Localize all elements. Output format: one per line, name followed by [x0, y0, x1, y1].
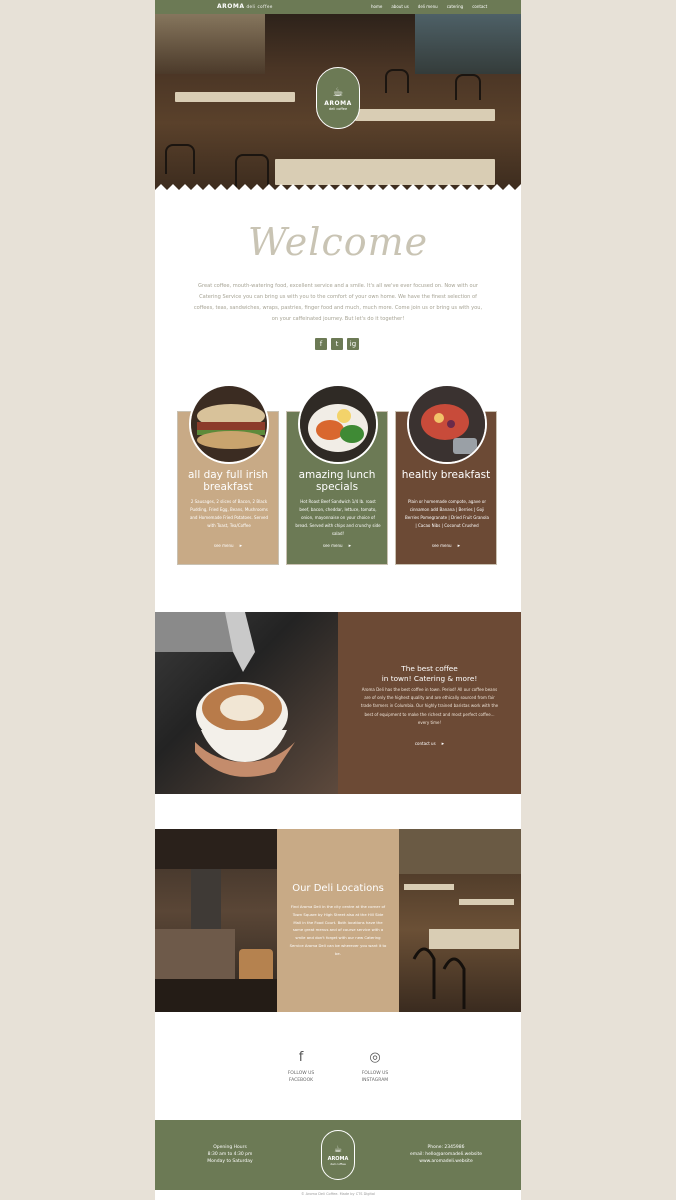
coffee-panel: The best coffee in town! Catering & more!…	[338, 612, 521, 794]
welcome-text: Great coffee, mouth-watering food, excel…	[193, 283, 483, 322]
follow-line1: FOLLOW US	[361, 1071, 389, 1076]
menu-card-healthy: healtly breakfast Plain or homemade comp…	[395, 384, 497, 565]
arrow-right-icon: ▸	[441, 741, 445, 747]
contact-us-label: contact us	[414, 741, 436, 746]
nav-home[interactable]: home	[371, 4, 382, 9]
coffee-cup-icon: ☕	[332, 84, 344, 99]
card-description: Plain or homemade compote, agave or cinn…	[405, 499, 489, 528]
hero-window	[415, 14, 521, 74]
nav-links: home about us deli menu catering contact	[371, 4, 487, 9]
nav-deli-menu[interactable]: deli menu	[418, 4, 438, 9]
nav-contact[interactable]: contact	[472, 4, 487, 9]
locations-panel: Our Deli Locations Find Aroma Deli in th…	[277, 829, 399, 1012]
arrow-right-icon: ▸	[239, 543, 243, 549]
hero-chair	[385, 69, 409, 93]
brand-name: AROMA	[217, 3, 245, 10]
facebook-icon[interactable]: f	[276, 1050, 326, 1066]
cafe-tables-photo	[399, 829, 521, 1012]
healthy-illustration	[409, 386, 485, 462]
hero-image: ☕ AROMA deli coffee	[155, 14, 521, 196]
zigzag-edge	[155, 184, 521, 196]
see-menu-label: see menu	[431, 543, 452, 548]
instagram-icon[interactable]: ig	[347, 338, 359, 350]
follow-line2: INSTAGRAM	[361, 1078, 389, 1083]
contact-us-link[interactable]: contact us ▸	[338, 741, 521, 747]
deli-interior-illustration	[155, 829, 277, 1012]
coffee-title: The best coffee in town! Catering & more!	[338, 664, 521, 684]
brand-sub: deli coffee	[246, 4, 273, 9]
follow-label: FOLLOW US FACEBOOK	[276, 1070, 326, 1084]
card-title: healtly breakfast	[401, 469, 491, 481]
locations-title: Our Deli Locations	[292, 883, 384, 894]
hero-chair	[165, 144, 195, 174]
opening-hours: Opening Hours 8:30 am to 4:30 pm Monday …	[195, 1144, 265, 1165]
hero-table	[355, 109, 495, 121]
follow-line1: FOLLOW US	[287, 1071, 315, 1076]
contact-info: Phone: 2345986 email: hello@aromadeli.we…	[401, 1144, 491, 1165]
instagram-icon[interactable]: ◎	[350, 1050, 400, 1066]
follow-facebook[interactable]: f FOLLOW US FACEBOOK	[276, 1050, 326, 1084]
nav-about[interactable]: about us	[391, 4, 408, 9]
latte-illustration	[155, 612, 295, 777]
hero-logo-name: AROMA	[324, 99, 352, 107]
hero-logo-badge: ☕ AROMA deli coffee	[316, 67, 360, 129]
menu-card-breakfast: all day full irish breakfast 2 Sausages,…	[177, 384, 279, 565]
follow-line2: FACEBOOK	[288, 1078, 314, 1083]
hours-title: Opening Hours	[213, 1145, 247, 1150]
see-menu-link[interactable]: see menu ▸	[396, 543, 496, 549]
hero-chair	[455, 74, 481, 100]
deli-interior-photo	[155, 829, 277, 1012]
coffee-title-line2: in town! Catering & more!	[381, 674, 478, 683]
card-title: all day full irish breakfast	[187, 469, 269, 493]
email-link[interactable]: email: hello@aromadeli.website	[401, 1151, 491, 1158]
card-title: amazing lunch specials	[298, 469, 376, 493]
locations-text: Find Aroma Deli in the city centre at th…	[289, 904, 387, 956]
healthy-breakfast-photo	[407, 384, 487, 464]
footer-logo[interactable]: ☕ AROMA deli coffee	[321, 1130, 355, 1180]
card-description: 2 Sausages, 2 slices of Bacon, 2 Black P…	[189, 499, 269, 528]
lunch-photo	[298, 384, 378, 464]
coffee-title-line1: The best coffee	[401, 664, 458, 673]
copyright: © Aroma Deli Coffee. Made by CTS Digital	[301, 1192, 375, 1196]
coffee-text: Aroma Deli has the best coffee in town. …	[360, 687, 499, 725]
lunch-illustration	[300, 386, 376, 462]
social-icons: f t ig	[315, 338, 359, 350]
see-menu-link[interactable]: see menu ▸	[287, 543, 387, 549]
hero-chair	[235, 154, 269, 188]
see-menu-label: see menu	[213, 543, 234, 548]
footer: Opening Hours 8:30 am to 4:30 pm Monday …	[155, 1120, 521, 1190]
see-menu-label: see menu	[322, 543, 343, 548]
twitter-icon[interactable]: t	[331, 338, 343, 350]
coffee-cup-icon: ☕	[333, 1144, 343, 1155]
website-link[interactable]: www.aromadeli.website	[401, 1158, 491, 1165]
footer-logo-sub: deli coffee	[330, 1161, 346, 1166]
follow-instagram[interactable]: ◎ FOLLOW US INSTAGRAM	[350, 1050, 400, 1084]
arrow-right-icon: ▸	[348, 543, 352, 549]
menu-card-lunch: amazing lunch specials Hot Roast Beef Sa…	[286, 384, 388, 565]
nav-catering[interactable]: catering	[447, 4, 464, 9]
cafe-tables-illustration	[399, 829, 521, 1009]
hero-table	[175, 92, 295, 102]
sandwich-illustration	[191, 386, 267, 462]
facebook-icon[interactable]: f	[315, 338, 327, 350]
follow-label: FOLLOW US INSTAGRAM	[350, 1070, 400, 1084]
hero-table	[275, 159, 495, 185]
brand-logo[interactable]: AROMA deli coffee	[217, 3, 273, 10]
hero-logo-sub: deli coffee	[328, 106, 348, 111]
sandwich-photo	[189, 384, 269, 464]
hours-time: 8:30 am to 4:30 pm	[207, 1152, 253, 1157]
page: AROMA deli coffee home about us deli menu…	[155, 0, 521, 1200]
arrow-right-icon: ▸	[457, 543, 461, 549]
hours-days: Monday to Saturday	[207, 1159, 253, 1164]
see-menu-link[interactable]: see menu ▸	[178, 543, 278, 549]
top-nav: AROMA deli coffee home about us deli menu…	[155, 0, 521, 14]
phone-number: Phone: 2345986	[427, 1145, 465, 1150]
hero-window	[155, 14, 265, 74]
latte-art-photo	[155, 612, 338, 794]
welcome-title: Welcome	[247, 220, 429, 264]
card-description: Hot Roast Beef Sandwich 1/4 lb. roast be…	[295, 499, 381, 536]
